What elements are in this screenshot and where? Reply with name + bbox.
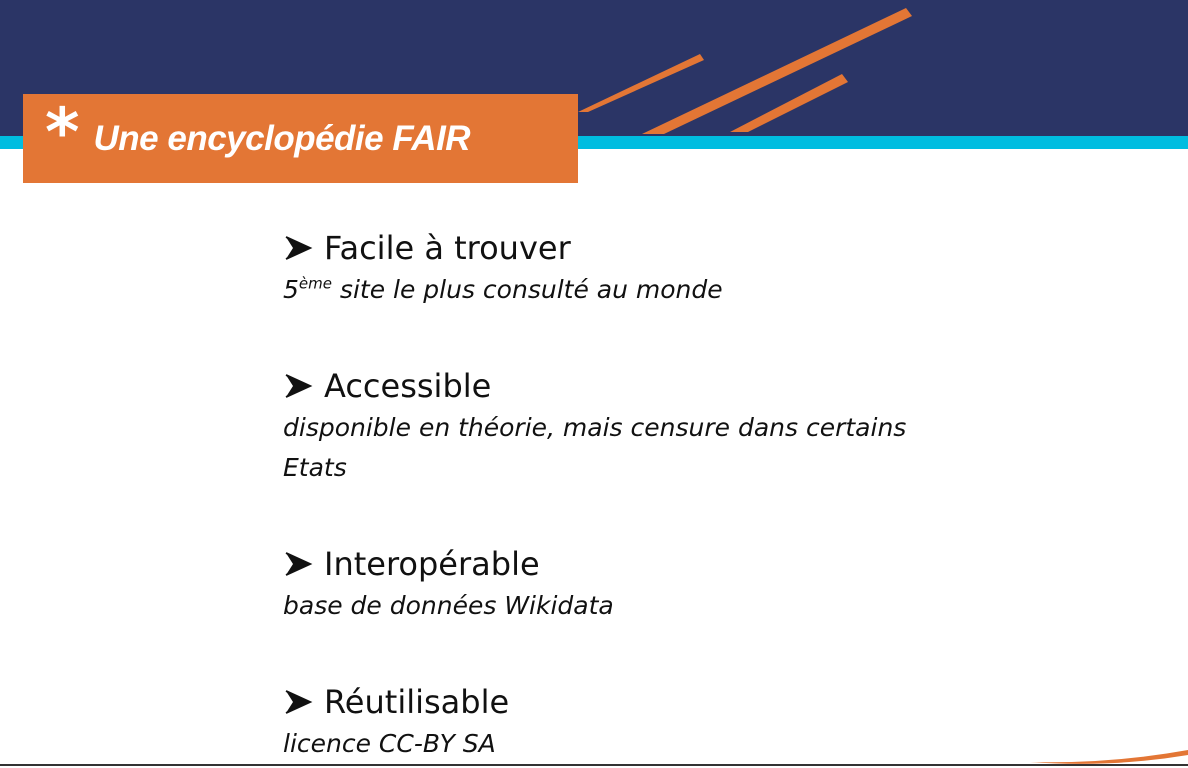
list-item-accessible: Accessible disponible en théorie, mais c… xyxy=(283,364,1143,488)
arrow-right-icon xyxy=(285,236,313,260)
item-heading: Facile à trouver xyxy=(283,226,1143,270)
asterisk-icon: * xyxy=(45,93,80,171)
arrow-right-icon xyxy=(285,374,313,398)
item-heading: Interopérable xyxy=(283,542,1143,586)
list-item-interoperable: Interopérable base de données Wikidata xyxy=(283,542,1143,626)
arrow-right-icon xyxy=(285,690,313,714)
item-heading-text: Réutilisable xyxy=(324,683,510,721)
item-description-line: Etats xyxy=(283,453,347,482)
item-description: base de données Wikidata xyxy=(283,591,614,620)
item-description-line: disponible en théorie, mais censure dans… xyxy=(283,413,907,442)
item-heading-text: Accessible xyxy=(324,367,492,405)
item-heading: Accessible xyxy=(283,364,1143,408)
slide-title: Une encyclopédie FAIR xyxy=(93,118,471,158)
arrow-right-icon xyxy=(285,552,313,576)
item-description: 5ème site le plus consulté au monde xyxy=(283,274,723,304)
item-heading-text: Interopérable xyxy=(324,545,540,583)
item-heading-text: Facile à trouver xyxy=(324,229,571,267)
fair-list: Facile à trouver 5ème site le plus consu… xyxy=(283,226,1143,764)
list-item-findable: Facile à trouver 5ème site le plus consu… xyxy=(283,226,1143,310)
slide-title-box: * Une encyclopédie FAIR xyxy=(23,94,578,183)
bottom-rule xyxy=(0,764,1188,766)
item-heading: Réutilisable xyxy=(283,680,1143,724)
